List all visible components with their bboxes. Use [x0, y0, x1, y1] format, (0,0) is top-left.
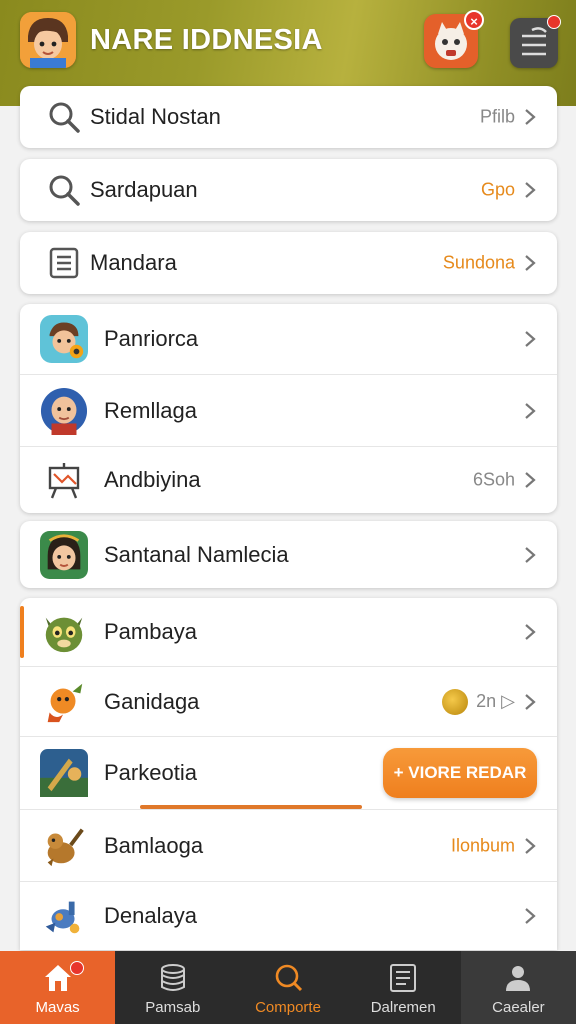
nav-label: Pamsab [145, 999, 201, 1016]
list-item[interactable]: Denalaya [20, 882, 557, 950]
row-label: Stidal Nostan [90, 104, 221, 129]
row-value: Gpo [480, 179, 515, 200]
nav-dalremen[interactable]: Dalremen [346, 951, 461, 1024]
document-icon [390, 964, 417, 992]
nav-home[interactable]: Mavas [0, 951, 116, 1024]
active-indicator [20, 606, 24, 658]
chevron-right-icon [525, 908, 536, 924]
list-item-active[interactable]: Pambaya [20, 598, 557, 666]
nav-label: Comporte [255, 999, 321, 1016]
list-item[interactable]: Panriorca [20, 304, 557, 374]
chevron-right-icon [525, 255, 536, 271]
list-item[interactable]: Ganidaga 2n ▷ [20, 667, 557, 736]
chevron-right-icon [525, 182, 536, 198]
settings-menu-button[interactable] [510, 15, 561, 68]
database-icon [160, 964, 185, 991]
creature-orange-icon [40, 678, 88, 726]
search-icon [40, 166, 88, 214]
row-label: Santanal Namlecia [104, 541, 289, 567]
search-card-3[interactable]: Mandara Sundona [20, 232, 557, 294]
list-group-1: Panriorca Remllaga Andbiyina 6Soh [20, 304, 557, 513]
search-card-1[interactable]: Stidal Nostan Pfilb [20, 86, 557, 148]
chevron-right-icon [525, 109, 536, 125]
search-icon [275, 964, 303, 992]
view-more-button[interactable]: + VIORE REDAR [383, 748, 537, 798]
notification-dot [547, 15, 561, 29]
nav-label: Mavas [35, 999, 80, 1016]
list-item[interactable]: Andbiyina 6Soh [20, 447, 557, 513]
easel-icon [40, 456, 88, 504]
chevron-right-icon [525, 693, 536, 710]
bottom-navigation: Mavas Pamsab Comporte Dalremen Caealer [0, 951, 576, 1024]
list-item[interactable]: Parkeotia + VIORE REDAR [20, 737, 557, 809]
hero-girl-icon [40, 530, 88, 579]
row-label: Denalaya [104, 903, 197, 928]
search-icon [40, 93, 88, 141]
close-badge[interactable]: × [464, 10, 484, 30]
nav-comporte[interactable]: Comporte [230, 951, 345, 1024]
creature-robot-icon [40, 892, 88, 940]
nav-label: Caealer [492, 999, 545, 1016]
row-label: Andbiyina [104, 467, 201, 492]
featured-item-card[interactable]: Santanal Namlecia [20, 521, 557, 588]
list-icon [40, 239, 88, 287]
chevron-right-icon [525, 472, 536, 488]
chevron-right-icon [525, 546, 536, 563]
row-label: Ganidaga [104, 688, 200, 714]
app-logo-icon[interactable] [20, 12, 76, 68]
creature-green-icon [40, 608, 88, 656]
progress-underline [140, 805, 362, 809]
chevron-right-icon [525, 331, 536, 347]
notification-dot [70, 961, 84, 975]
row-label: Panriorca [104, 326, 199, 351]
row-label: Mandara [90, 250, 177, 275]
row-label: Remllaga [104, 397, 197, 423]
hero-bald-icon [40, 387, 88, 435]
chevron-right-icon [525, 624, 536, 640]
chevron-right-icon [525, 402, 536, 419]
hero-boy-icon [40, 315, 88, 363]
chevron-right-icon [525, 837, 536, 854]
row-label: Pambaya [104, 619, 197, 644]
row-value: 2n ▷ [442, 688, 515, 715]
scene-blue-icon [40, 749, 88, 797]
row-label: Sardapuan [90, 177, 198, 202]
row-label: Bamlaoga [104, 832, 204, 858]
user-icon [506, 966, 531, 991]
nav-pamsab[interactable]: Pamsab [115, 951, 230, 1024]
search-card-2[interactable]: Sardapuan Gpo [20, 159, 557, 221]
row-value: Sundona [442, 252, 515, 273]
nav-label: Dalremen [370, 999, 436, 1016]
app-title: NARE IDDNESIA [90, 24, 323, 56]
creature-brown-icon [40, 822, 88, 870]
mascot-button[interactable]: × [424, 10, 484, 68]
list-group-2: Pambaya Ganidaga 2n ▷ Parkeotia + VIORE … [20, 598, 557, 950]
coin-icon [442, 688, 469, 715]
row-value: Pfilb [479, 106, 515, 127]
nav-caealer[interactable]: Caealer [460, 951, 576, 1024]
list-item[interactable]: Remllaga [20, 375, 557, 446]
row-label: Parkeotia [104, 760, 197, 785]
list-item[interactable]: Bamlaoga Ilonbum [20, 810, 557, 881]
row-value: 6Soh [472, 469, 515, 490]
row-value: Ilonbum [450, 835, 515, 855]
